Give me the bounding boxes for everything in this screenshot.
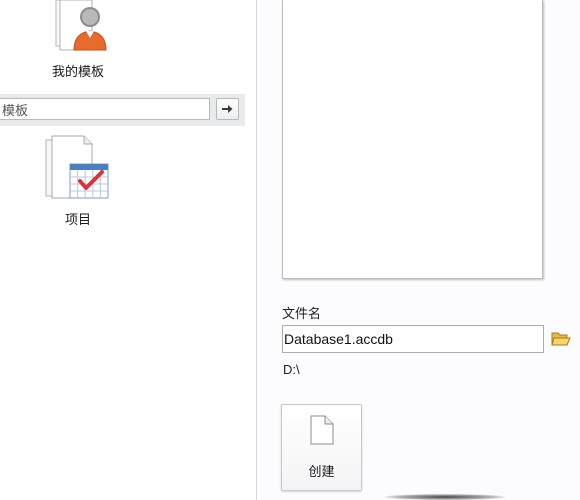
project-template-tile[interactable]: 项目 <box>30 134 126 230</box>
create-button-label: 创建 <box>308 464 335 479</box>
browse-folder-button[interactable] <box>551 330 571 348</box>
project-template-label: 项目 <box>64 212 91 227</box>
arrow-right-icon <box>222 105 233 113</box>
user-template-icon <box>55 0 107 51</box>
folder-open-icon <box>551 332 571 346</box>
save-location-path: D:\ <box>283 362 300 377</box>
template-search-bar <box>0 94 245 126</box>
filename-label: 文件名 <box>282 306 322 321</box>
calendar-template-icon <box>45 135 109 199</box>
my-templates-tile[interactable]: 我的模板 <box>30 0 126 80</box>
create-button[interactable]: 创建 <box>281 404 362 491</box>
my-templates-label: 我的模板 <box>51 64 104 79</box>
filename-input[interactable] <box>282 325 544 353</box>
template-search-input[interactable] <box>0 98 210 120</box>
template-gallery: 我的模板 项目 <box>0 0 256 500</box>
search-go-button[interactable] <box>216 98 239 120</box>
blank-document-icon <box>310 415 334 445</box>
bottom-edge-shadow <box>385 494 505 500</box>
template-preview <box>282 0 543 279</box>
